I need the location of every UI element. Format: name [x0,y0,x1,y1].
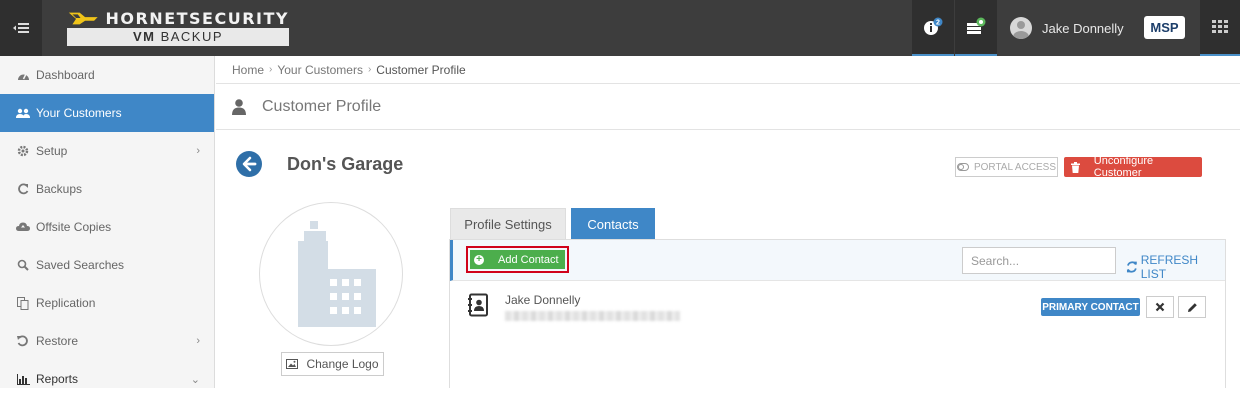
arrow-left-icon [242,156,257,172]
search-input[interactable] [962,247,1116,274]
trash-icon [1070,161,1082,173]
add-contact-highlight: + Add Contact [466,246,569,273]
brand-name: HORNETSECURITY [105,8,289,28]
users-icon [16,106,30,120]
cloud-upload-icon [16,220,30,234]
chevron-right-icon: › [196,335,200,347]
notification-count: 2 [936,20,940,27]
breadcrumb-home[interactable]: Home [232,63,264,77]
hornet-icon [68,12,98,25]
msp-badge[interactable]: MSP [1144,16,1185,39]
collapse-menu-icon [13,23,29,33]
notifications-button[interactable]: 2 [912,0,954,56]
sidebar-item-offsite-copies[interactable]: Offsite Copies [0,208,214,246]
refresh-icon [1126,261,1137,273]
tab-contacts[interactable]: Contacts [571,208,655,240]
refresh-icon [16,182,30,196]
chevron-down-icon: ⌄ [190,373,200,386]
product-name: VM BACKUP [67,28,289,46]
sidebar-item-backups[interactable]: Backups [0,170,214,208]
sidebar-item-reports[interactable]: Reports ⌄ [0,360,214,398]
sidebar-item-restore[interactable]: Restore › [0,322,214,360]
portal-access-button[interactable]: PORTAL ACCESS [955,157,1058,177]
breadcrumb-your-customers[interactable]: Your Customers [277,63,363,77]
avatar [1010,17,1032,39]
apps-grid-button[interactable] [1200,0,1240,56]
dashboard-icon [16,68,30,82]
sidebar-item-your-customers[interactable]: Your Customers [0,94,214,132]
sidebar: Dashboard Your Customers Setup › Backups… [0,56,215,388]
change-logo-button[interactable]: Change Logo [281,352,384,376]
primary-contact-badge: PRIMARY CONTACT [1041,298,1140,316]
jobs-button[interactable] [955,0,997,56]
stack-status-icon [967,17,986,34]
user-menu[interactable]: Jake Donnelly [998,0,1130,56]
add-contact-button[interactable]: + Add Contact [470,250,565,269]
undo-icon [16,334,30,348]
address-book-icon [468,293,490,320]
contacts-toolbar: + Add Contact REFRESH LIST [450,240,1225,281]
pencil-icon [1187,302,1197,312]
toggle-icon [956,163,969,171]
chevron-right-icon: › [196,145,200,157]
gear-icon [16,144,30,158]
plus-circle-icon: + [474,254,484,265]
image-icon [286,359,299,369]
top-bar: HORNETSECURITY VM BACKUP 2 Jake Donnelly… [0,0,1240,56]
page-header: Customer Profile [216,84,1240,130]
delete-contact-button[interactable] [1146,296,1174,318]
back-button[interactable] [236,151,262,177]
edit-contact-button[interactable] [1178,296,1206,318]
user-icon [232,98,246,115]
search-icon [16,258,30,272]
bar-chart-icon [16,372,30,386]
contacts-panel: + Add Contact REFRESH LIST Jake Donnel [449,239,1226,388]
grid-icon [1212,20,1228,33]
refresh-list-button[interactable]: REFRESH LIST [1126,253,1225,281]
contact-name: Jake Donnelly [505,293,581,307]
info-icon: 2 [924,17,943,35]
brand-logo[interactable]: HORNETSECURITY VM BACKUP [67,8,289,46]
breadcrumb-current: Customer Profile [376,62,466,77]
sidebar-item-saved-searches[interactable]: Saved Searches [0,246,214,284]
sidebar-item-setup[interactable]: Setup › [0,132,214,170]
page-title: Customer Profile [262,97,382,115]
customer-name: Don's Garage [287,154,404,174]
sidebar-item-dashboard[interactable]: Dashboard [0,56,214,94]
breadcrumb: Home › Your Customers › Customer Profile [216,56,1240,84]
copy-icon [16,296,30,310]
unconfigure-customer-button[interactable]: Unconfigure Customer [1064,155,1202,179]
user-name: Jake Donnelly [1042,20,1124,36]
contact-email-redacted [505,311,680,321]
sidebar-toggle-button[interactable] [0,0,42,56]
sidebar-item-replication[interactable]: Replication [0,284,214,322]
close-icon [1155,302,1165,312]
customer-logo [259,202,403,346]
building-icon [298,221,376,327]
tab-profile-settings[interactable]: Profile Settings [450,208,566,240]
list-item: Jake Donnelly PRIMARY CONTACT [450,281,1225,331]
